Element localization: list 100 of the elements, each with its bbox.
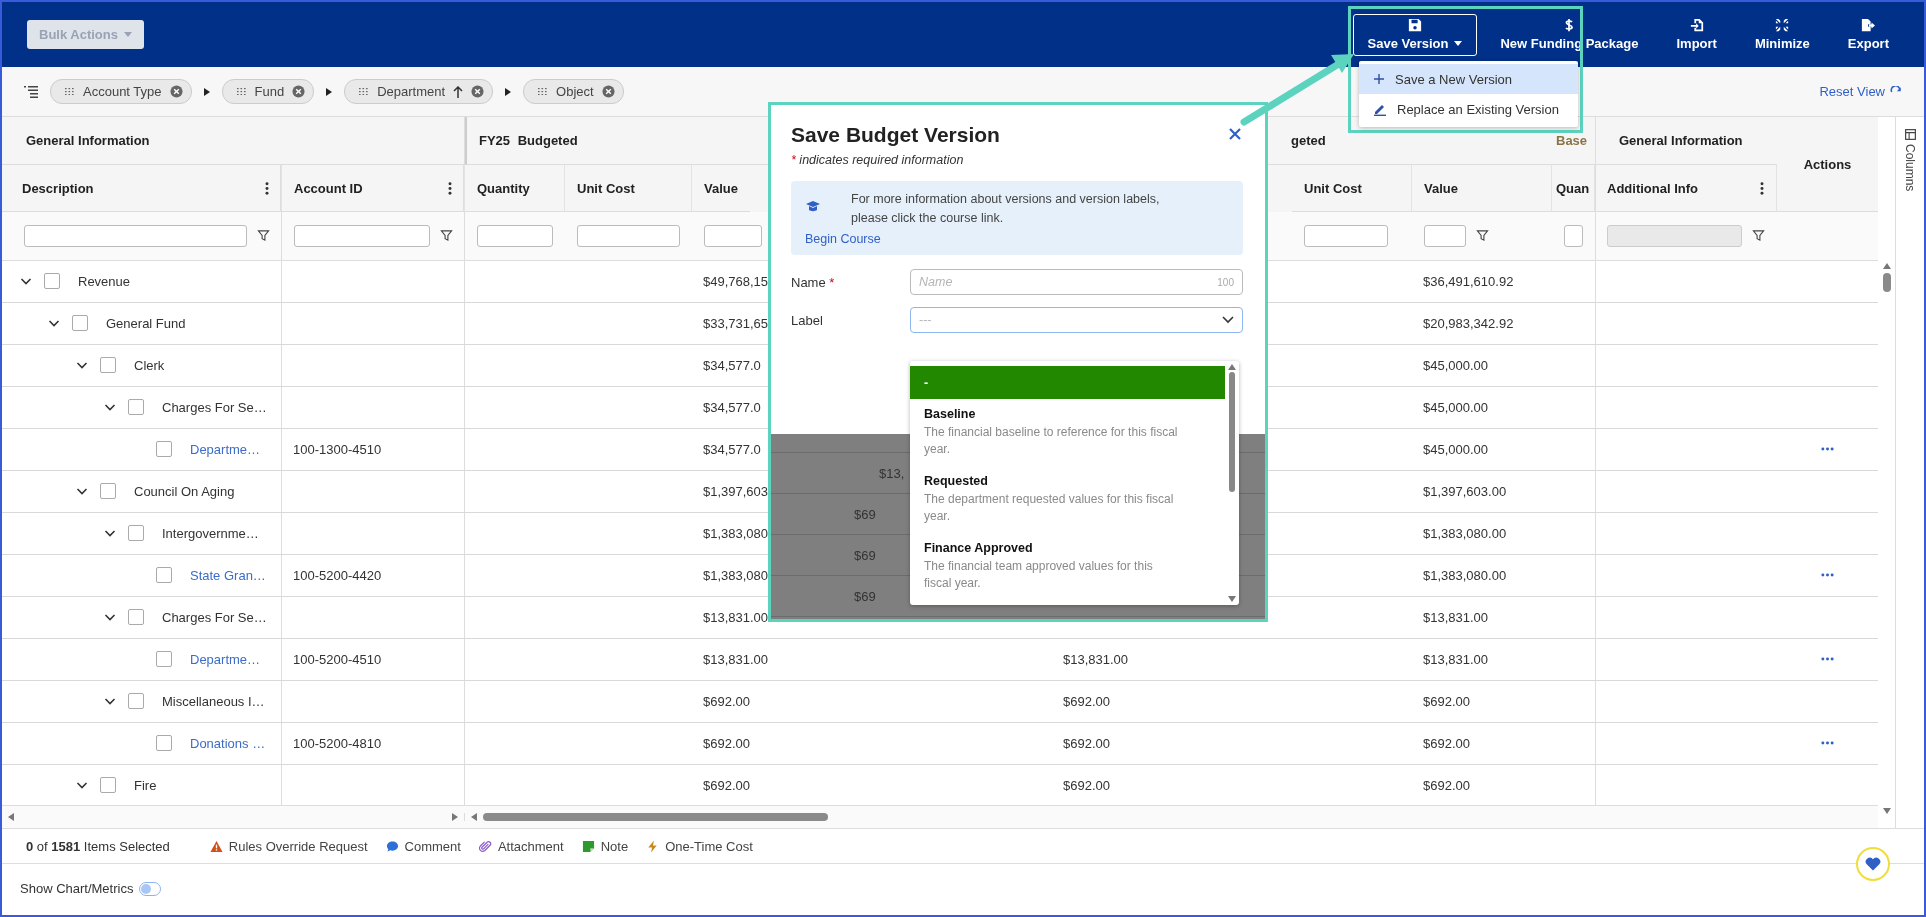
paperclip-icon xyxy=(478,839,492,853)
table-cell: $13,831.00 xyxy=(1063,651,1129,667)
filter-field[interactable] xyxy=(477,224,553,247)
account-link[interactable]: Departme… xyxy=(190,651,261,667)
group-chip[interactable]: Account Type xyxy=(50,79,192,104)
table-cell: $45,000.00 xyxy=(1423,357,1489,373)
row-label: Charges For Se… xyxy=(162,609,267,625)
table-cell: $1,383,080 xyxy=(703,525,769,541)
scrollbar-thumb[interactable] xyxy=(1882,273,1891,292)
table-cell: 100-5200-4510 xyxy=(293,651,382,667)
kebab-menu-icon[interactable] xyxy=(448,181,452,195)
more-icon[interactable] xyxy=(1821,573,1834,578)
menu-item[interactable]: Save a New Version xyxy=(1359,64,1578,94)
checkbox[interactable] xyxy=(100,357,116,374)
table-cell: $45,000.00 xyxy=(1423,399,1489,415)
table-cell: $1,397,603 xyxy=(703,483,769,499)
filter-field[interactable] xyxy=(1424,224,1466,247)
sort-up-icon[interactable] xyxy=(453,85,464,98)
toolbar-button[interactable]: Import xyxy=(1661,13,1732,56)
toolbar-button[interactable]: New Funding Package xyxy=(1485,13,1654,56)
checkbox[interactable] xyxy=(100,777,116,794)
filter-icon[interactable] xyxy=(1752,229,1765,243)
checkbox[interactable] xyxy=(100,483,116,500)
kebab-menu-icon[interactable] xyxy=(265,181,269,195)
more-icon[interactable] xyxy=(1821,447,1834,452)
group-chip[interactable]: Fund xyxy=(221,79,315,104)
grip-icon xyxy=(236,88,247,95)
scroll-up-icon[interactable] xyxy=(1882,263,1891,269)
column-header: Actions xyxy=(1803,156,1852,172)
checkbox[interactable] xyxy=(156,735,172,752)
checkbox[interactable] xyxy=(72,315,88,332)
group-chip[interactable]: Department xyxy=(344,79,494,104)
dropdown-option[interactable]: Finance Approved The financial team approved values for this fiscal year. xyxy=(910,533,1225,600)
more-icon[interactable] xyxy=(1821,657,1834,662)
filter-icon[interactable] xyxy=(1476,229,1489,243)
checkbox[interactable] xyxy=(156,567,172,584)
columns-panel-tab[interactable]: Columns xyxy=(1895,117,1924,828)
checkbox[interactable] xyxy=(156,441,172,458)
scroll-right-icon[interactable] xyxy=(452,813,458,822)
table-cell: $1,383,080.00 xyxy=(1423,567,1507,583)
legend-label: Note xyxy=(600,838,629,854)
dropdown-option[interactable]: Requested The department requested values for this fiscal year. xyxy=(910,466,1225,533)
checkbox[interactable] xyxy=(128,399,144,416)
scroll-left-icon[interactable] xyxy=(471,813,477,822)
filter-field[interactable] xyxy=(294,224,430,247)
scrollbar-thumb[interactable] xyxy=(483,813,828,822)
remove-icon[interactable] xyxy=(471,85,485,98)
caret-right-icon xyxy=(203,87,210,96)
table-cell: $692.00 xyxy=(1423,777,1470,793)
favorite-button[interactable] xyxy=(1856,847,1890,881)
reset-view-link[interactable]: Reset View xyxy=(1819,84,1902,99)
checkbox[interactable] xyxy=(128,693,144,710)
table-cell: $13,831.00 xyxy=(703,651,769,667)
remove-icon[interactable] xyxy=(601,85,615,98)
toolbar-button[interactable]: Export xyxy=(1832,13,1904,56)
table-cell: 100-5200-4810 xyxy=(293,735,382,751)
grip-icon xyxy=(359,88,370,95)
filter-field[interactable] xyxy=(704,224,762,247)
graduation-cap-icon xyxy=(805,198,821,214)
checkbox[interactable] xyxy=(156,651,172,668)
scroll-up-icon[interactable] xyxy=(1228,364,1236,370)
horizontal-scrollbar[interactable] xyxy=(2,805,1878,828)
scrollbar-thumb[interactable] xyxy=(1229,372,1235,492)
kebab-menu-icon[interactable] xyxy=(1760,181,1764,195)
filter-icon[interactable] xyxy=(257,229,270,243)
scroll-down-icon[interactable] xyxy=(1882,808,1891,814)
save-version-button[interactable]: Save Version xyxy=(1352,13,1478,56)
table-cell: $13,831.00 xyxy=(1423,651,1489,667)
remove-icon[interactable] xyxy=(169,85,183,98)
row-label: Charges For Se… xyxy=(162,399,267,415)
checkbox[interactable] xyxy=(128,609,144,626)
filter-field[interactable] xyxy=(577,224,680,247)
account-link[interactable]: Donations … xyxy=(190,735,266,751)
scroll-left-icon[interactable] xyxy=(8,813,14,822)
more-icon[interactable] xyxy=(1821,741,1834,746)
filter-icon[interactable] xyxy=(440,229,453,243)
filter-field[interactable] xyxy=(1304,224,1388,247)
scroll-down-icon[interactable] xyxy=(1228,596,1236,602)
info-text: For more information about versions and version labels, please click the course link. xyxy=(851,191,1161,227)
filter-field[interactable] xyxy=(24,224,247,247)
toolbar-button[interactable]: Minimize xyxy=(1739,13,1825,56)
filter-field[interactable] xyxy=(1564,224,1583,247)
account-link[interactable]: State Gran… xyxy=(190,567,266,583)
checkbox[interactable] xyxy=(44,273,60,290)
columns-icon xyxy=(1904,129,1916,140)
dropdown-option[interactable]: - xyxy=(910,366,1225,399)
tree-list-icon[interactable] xyxy=(24,85,38,98)
table-cell: $1,397,603.00 xyxy=(1423,483,1507,499)
remove-icon[interactable] xyxy=(292,85,306,98)
toggle-switch[interactable] xyxy=(139,881,162,896)
selection-count: 0 of 1581 Items Selected xyxy=(26,838,170,854)
begin-course-link[interactable]: Begin Course xyxy=(805,232,881,246)
pencil-icon xyxy=(1373,102,1387,116)
group-chip[interactable]: Object xyxy=(523,79,624,104)
account-link[interactable]: Departme… xyxy=(190,441,261,457)
table-cell: $13,831.00 xyxy=(1423,609,1489,625)
menu-item[interactable]: Replace an Existing Version xyxy=(1359,94,1578,124)
dropdown-option[interactable]: Baseline The financial baseline to reference for this fiscal year. xyxy=(910,399,1225,466)
table-cell: 100-5200-4420 xyxy=(293,567,382,583)
checkbox[interactable] xyxy=(128,525,144,542)
